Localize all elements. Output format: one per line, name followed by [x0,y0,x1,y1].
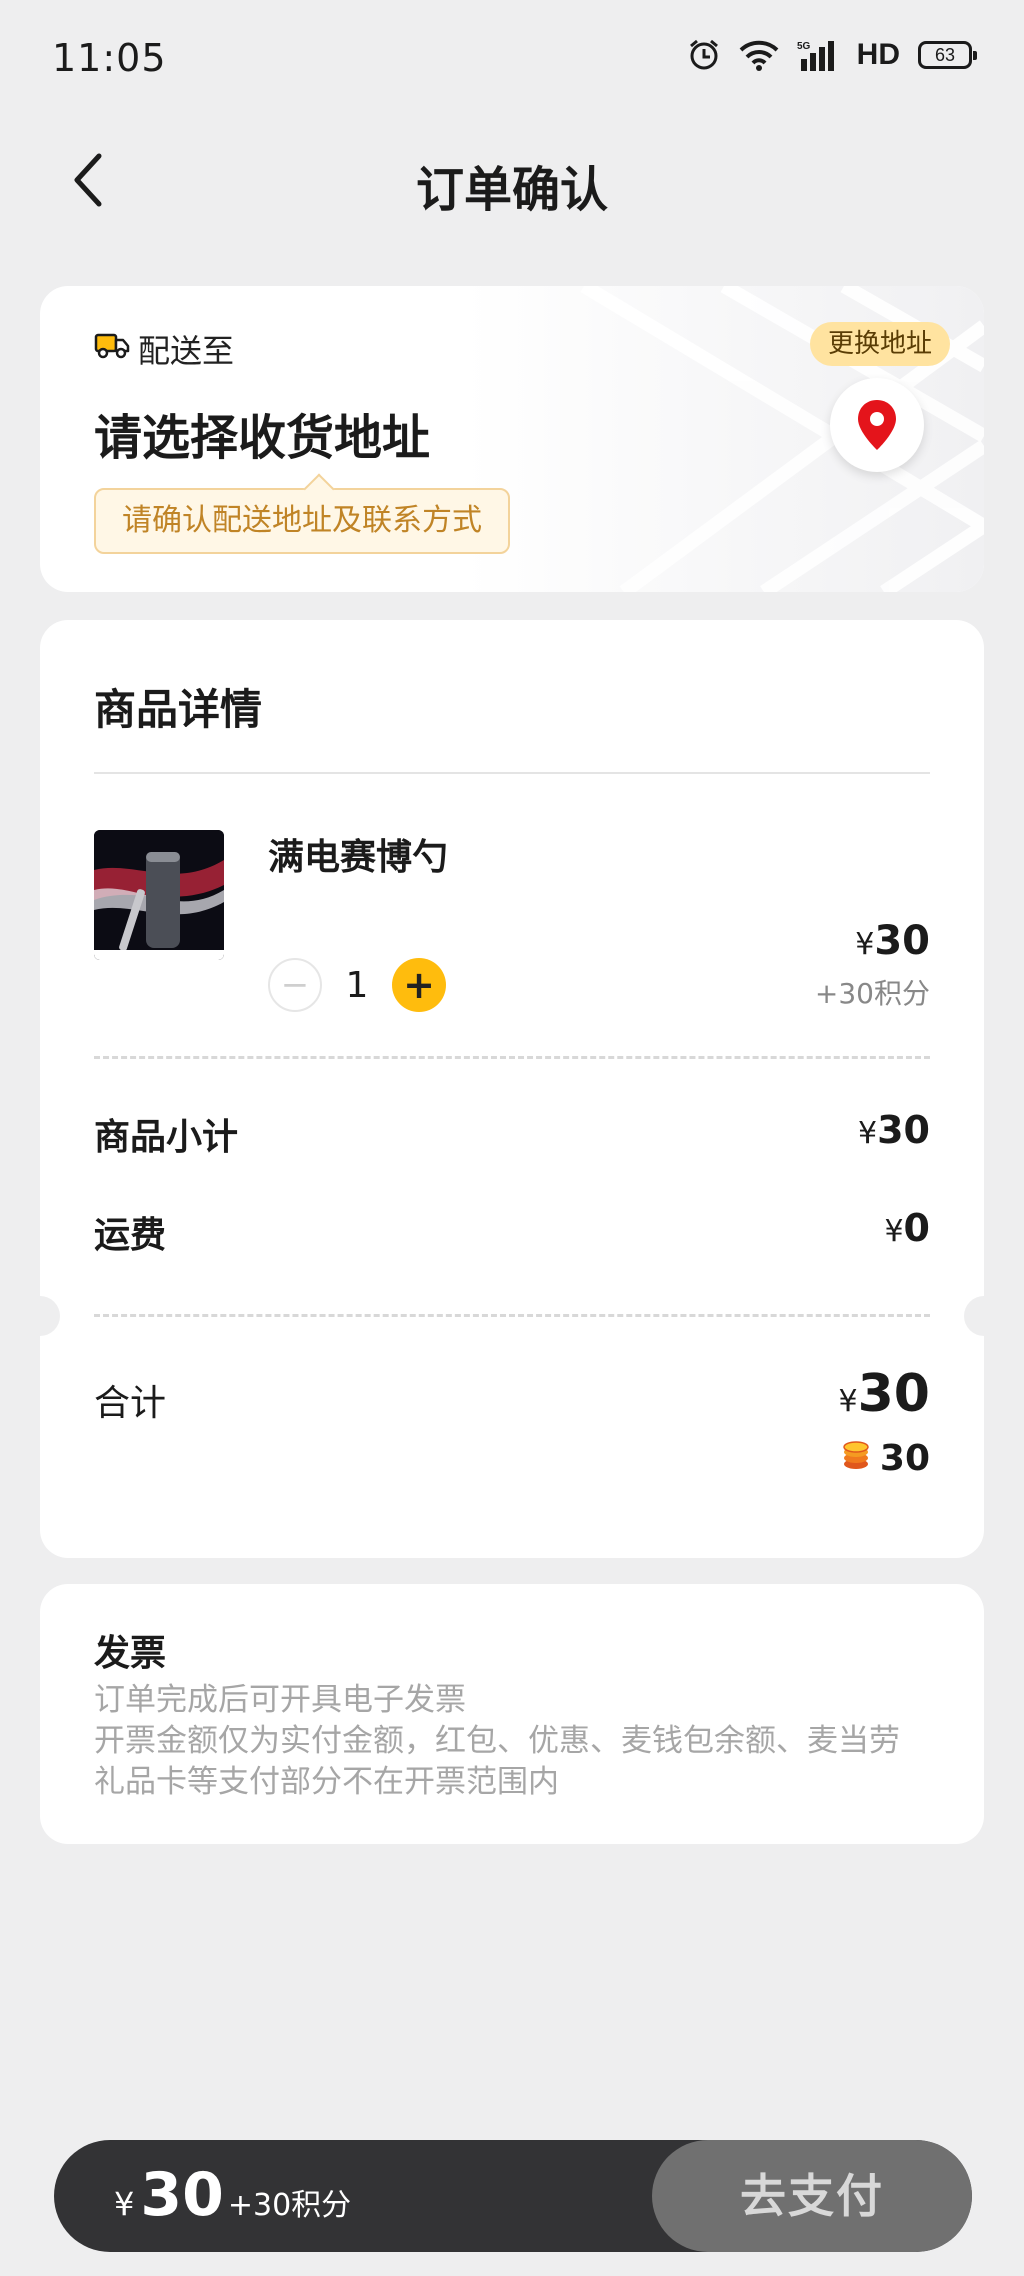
invoice-title: 发票 [94,1633,167,1674]
quantity-value: 1 [345,964,369,1006]
truck-icon [94,330,130,368]
shipping-label: 运费 [94,1215,167,1256]
quantity-stepper: − 1 + [268,958,446,1012]
product-image [94,830,224,960]
svg-text:5G: 5G [797,41,811,52]
address-card[interactable]: 配送至 请选择收货地址 请确认配送地址及联系方式 更换地址 [40,286,984,592]
select-address-title[interactable]: 请选择收货地址 [94,398,430,468]
invoice-notes: 订单完成后可开具电子发票 开票金额仅为实付金额，红包、优惠、麦钱包余额、麦当劳礼… [94,1680,930,1803]
plus-icon: + [403,963,435,1007]
invoice-card: 发票 订单完成后可开具电子发票 开票金额仅为实付金额，红包、优惠、麦钱包余额、麦… [40,1584,984,1844]
checkout-bar: ¥ 30 +30积分 去支付 [54,2140,972,2252]
checkout-total: ¥ 30 +30积分 [114,2160,352,2230]
battery-icon: 63 [918,41,977,69]
coin-stack-icon [842,1438,870,1479]
page-title: 订单确认 [415,162,608,218]
shipping-value: ¥0 [884,1206,930,1250]
product-name: 满电赛博勺 [268,837,449,878]
product-points: +30积分 [814,977,930,1010]
status-icons: 5G HD 63 [687,38,977,72]
deliver-to-row: 配送至 [94,326,234,372]
product-details-card: 商品详情 满电赛博勺 − 1 + ¥30 +30积分 商品小计 ¥30 运费 ¥… [20,620,1004,1558]
divider [94,772,930,774]
order-confirm-page: 11:05 5G HD 63 订单确认 配送至 请选择收货地址 请确认配送地址及… [0,0,1024,2276]
checkout-points: +30积分 [227,2188,352,2223]
nav-bar: 订单确认 [0,130,1024,230]
minus-icon: − [280,965,310,1005]
pay-button[interactable]: 去支付 [652,2140,972,2252]
product-price: ¥30 [855,918,930,964]
product-details-title: 商品详情 [94,685,263,734]
ticket-notch-right [964,1296,1004,1336]
location-pin-icon [858,400,896,450]
deliver-label: 配送至 [138,332,235,370]
total-label: 合计 [94,1383,167,1424]
signal-icon: 5G [797,39,839,71]
total-points: 30 [842,1438,930,1479]
map-pin-button[interactable] [830,378,924,472]
status-bar: 11:05 5G HD 63 [0,0,1024,110]
network-label: HD [856,38,900,71]
alarm-icon [687,38,721,72]
status-time: 11:05 [52,36,167,80]
invoice-note-2: 开票金额仅为实付金额，红包、优惠、麦钱包余额、麦当劳礼品卡等支付部分不在开票范围… [94,1723,900,1800]
decrease-quantity-button[interactable]: − [268,958,322,1012]
divider-dashed [94,1056,930,1059]
increase-quantity-button[interactable]: + [392,958,446,1012]
divider-dashed [94,1314,930,1317]
total-value: ¥30 [838,1364,930,1424]
ticket-notch-left [20,1296,60,1336]
subtotal-value: ¥30 [858,1108,930,1152]
battery-level: 63 [934,44,956,65]
address-hint: 请确认配送地址及联系方式 [94,488,510,554]
wifi-icon [739,39,779,71]
checkout-amount: 30 [140,2160,224,2230]
subtotal-label: 商品小计 [94,1117,239,1158]
invoice-note-1: 订单完成后可开具电子发票 [94,1682,466,1718]
change-address-button[interactable]: 更换地址 [809,322,950,366]
